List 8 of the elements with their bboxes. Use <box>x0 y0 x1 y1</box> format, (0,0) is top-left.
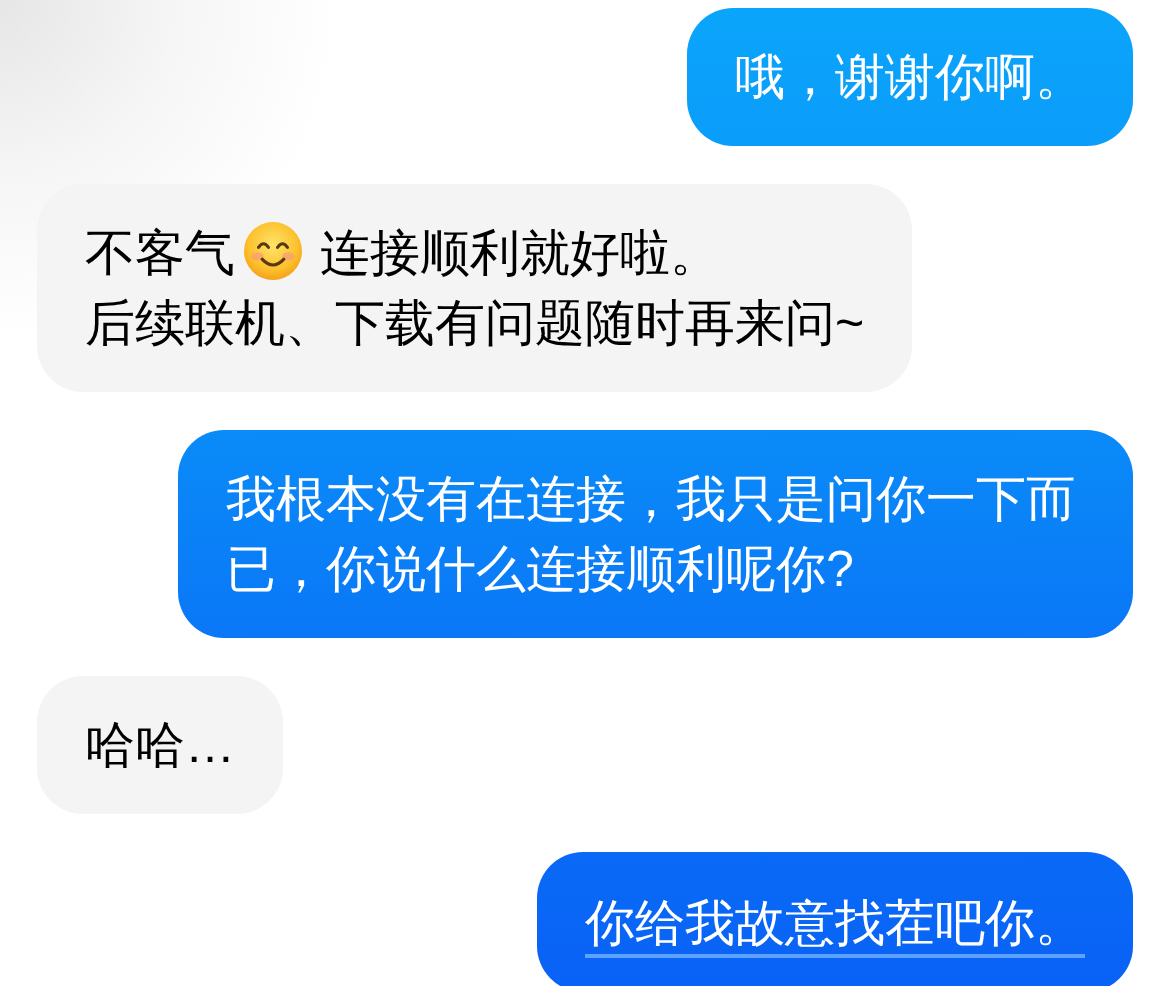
message-text: 哈哈… <box>85 717 235 773</box>
message-text: 不客气 <box>85 225 235 281</box>
smiling-face-icon <box>244 222 302 280</box>
message-text: 我根本没有在连接，我只是问你一下而已，你说什么连接顺利呢你? <box>226 471 1076 597</box>
message-text: 你给我故意找茬吧你。 <box>585 894 1085 958</box>
message-text: 连接顺利就好啦。 <box>320 225 720 281</box>
message-text: 哦，谢谢你啊。 <box>735 49 1085 105</box>
message-text: 后续联机、下载有问题随时再来问~ <box>85 295 865 351</box>
